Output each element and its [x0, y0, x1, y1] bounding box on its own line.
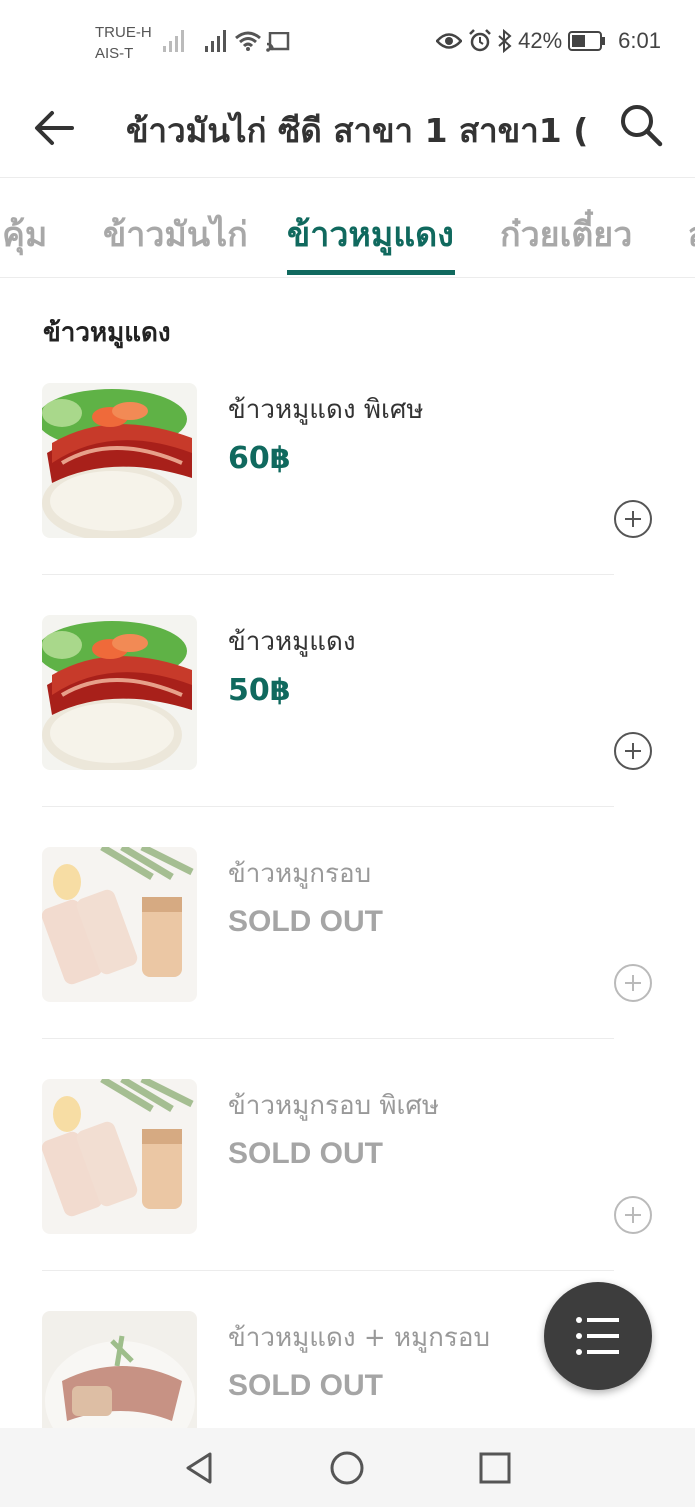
- food-image: [42, 1311, 197, 1428]
- battery-icon: [568, 31, 606, 51]
- item-name: ข้าวหมูกรอบ: [228, 859, 372, 889]
- nav-back-icon[interactable]: [182, 1450, 218, 1486]
- alarm-icon: [469, 29, 492, 52]
- sold-out-label: SOLD OUT: [228, 1137, 383, 1170]
- section-title: ข้าวหมูแดง: [43, 318, 171, 348]
- add-icon[interactable]: [613, 731, 653, 771]
- menu-item[interactable]: ข้าวหมูแดง พิเศษ 60฿: [0, 383, 695, 614]
- carrier-label-1: TRUE-H: [95, 24, 152, 41]
- arrow-left-icon[interactable]: [32, 106, 76, 150]
- item-name: ข้าวหมูกรอบ พิเศษ: [228, 1091, 440, 1121]
- item-name: ข้าวหมูแดง พิเศษ: [228, 395, 424, 425]
- search-icon[interactable]: [618, 102, 664, 148]
- item-name: ข้าวหมูแดง + หมูกรอบ: [228, 1323, 491, 1353]
- list-icon: [576, 1317, 619, 1355]
- cast-icon: [266, 32, 290, 52]
- page-title: ข้าวมันไก่ ซีดี สาขา 1 สาขา1 (...: [126, 111, 586, 150]
- menu-list-button[interactable]: [544, 1282, 652, 1390]
- tab-category-4[interactable]: ส: [688, 207, 695, 261]
- tab-category-1[interactable]: ข้าวมันไก่: [103, 207, 248, 261]
- eye-icon: [436, 33, 463, 49]
- food-image: [42, 615, 197, 770]
- app-bar: ข้าวมันไก่ ซีดี สาขา 1 สาขา1 (...: [0, 86, 695, 178]
- sold-out-label: SOLD OUT: [228, 905, 383, 938]
- signal-icon: [205, 30, 226, 52]
- signal-icon: [163, 30, 184, 52]
- item-name: ข้าวหมูแดง: [228, 627, 356, 657]
- add-icon[interactable]: [613, 499, 653, 539]
- active-tab-indicator: [287, 270, 455, 275]
- add-icon[interactable]: [613, 1195, 653, 1235]
- system-nav-bar: [0, 1428, 695, 1507]
- carrier-labels: TRUE-H AIS-T: [95, 22, 152, 64]
- category-tabs: ดคุ้ม ข้าวมันไก่ ข้าวหมูแดง ก๋วยเตี๋ยว ส: [0, 179, 695, 278]
- tab-category-0[interactable]: ดคุ้ม: [0, 207, 47, 261]
- add-icon[interactable]: [613, 963, 653, 1003]
- nav-home-icon[interactable]: [329, 1450, 365, 1486]
- menu-item[interactable]: ข้าวหมูกรอบ พิเศษ SOLD OUT: [0, 1079, 695, 1310]
- battery-percent: 42%: [518, 28, 563, 53]
- item-price: 50฿: [228, 673, 291, 708]
- bluetooth-icon: [498, 29, 512, 53]
- food-image: [42, 1079, 197, 1234]
- item-price: 60฿: [228, 441, 291, 476]
- divider: [42, 1270, 614, 1271]
- tab-category-3[interactable]: ก๋วยเตี๋ยว: [500, 207, 632, 261]
- status-bar: TRUE-H AIS-T 42% 6:01: [0, 0, 695, 86]
- wifi-icon: [235, 31, 261, 51]
- menu-item[interactable]: ข้าวหมูแดง 50฿: [0, 615, 695, 846]
- food-image: [42, 383, 197, 538]
- nav-recents-icon[interactable]: [477, 1450, 513, 1486]
- carrier-label-2: AIS-T: [95, 45, 134, 62]
- tab-category-2[interactable]: ข้าวหมูแดง: [287, 207, 454, 261]
- menu-item[interactable]: ข้าวหมูกรอบ SOLD OUT: [0, 847, 695, 1078]
- clock: 6:01: [618, 28, 661, 53]
- status-right: 42% 6:01: [436, 28, 661, 54]
- sold-out-label: SOLD OUT: [228, 1369, 383, 1402]
- food-image: [42, 847, 197, 1002]
- divider: [42, 1038, 614, 1039]
- divider: [42, 574, 614, 575]
- divider: [42, 806, 614, 807]
